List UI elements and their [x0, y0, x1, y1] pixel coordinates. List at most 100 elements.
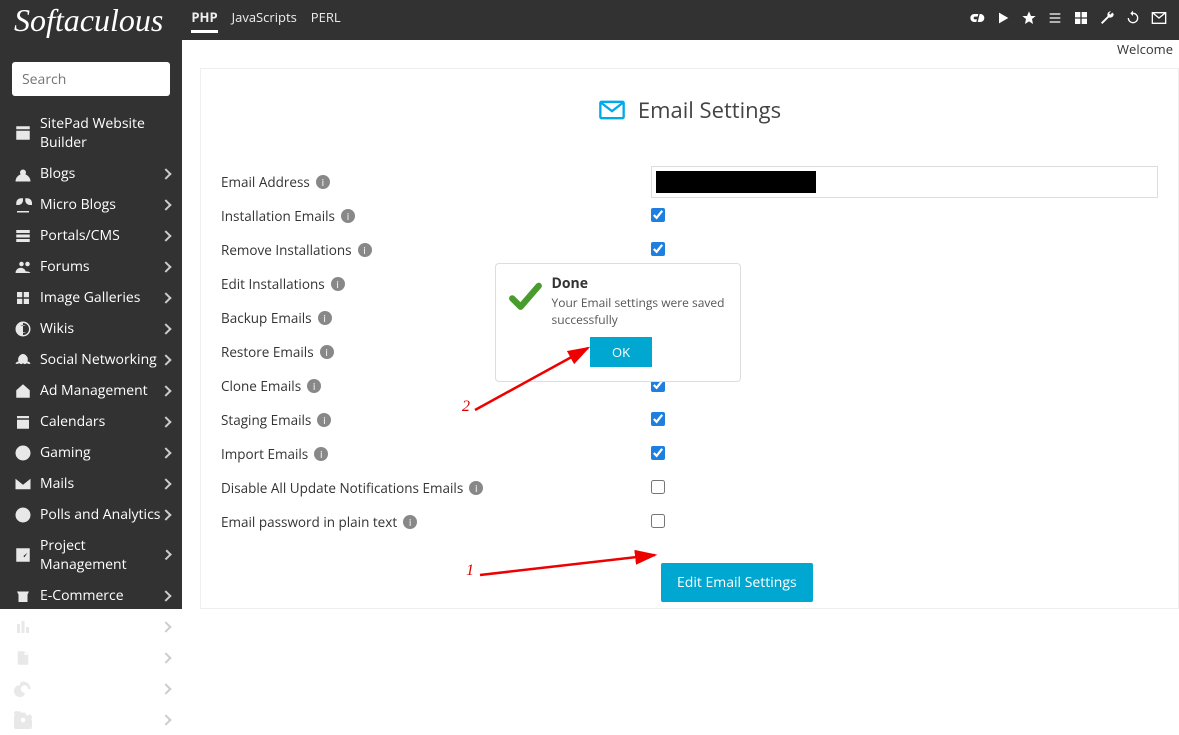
category-icon — [14, 618, 32, 636]
star-icon[interactable] — [1021, 9, 1037, 31]
cpanel-icon[interactable] — [969, 9, 985, 31]
chevron-right-icon — [160, 652, 171, 663]
sidebar-item-mails[interactable]: Mails — [0, 468, 182, 499]
info-icon[interactable]: i — [358, 243, 372, 257]
sidebar-item-label: Mails — [40, 474, 74, 493]
setting-row: Email password in plain texti — [221, 505, 1158, 539]
setting-checkbox[interactable] — [651, 242, 665, 256]
category-icon — [14, 444, 32, 462]
search-input[interactable] — [22, 70, 199, 89]
info-icon[interactable]: i — [469, 481, 483, 495]
info-icon[interactable]: i — [307, 379, 321, 393]
category-icon — [14, 546, 32, 564]
search-box[interactable] — [12, 62, 170, 96]
checkmark-icon — [508, 274, 542, 320]
sidebar-item-forums[interactable]: Forums — [0, 251, 182, 282]
sidebar: SitePad Website BuilderBlogs Micro Blogs P… — [0, 40, 182, 609]
sidebar-item-guest-books[interactable]: Guest Books — [0, 642, 182, 673]
welcome-text: Welcome — [1117, 40, 1173, 58]
chevron-right-icon — [160, 230, 171, 241]
chevron-right-icon — [160, 447, 171, 458]
sidebar-item-gaming[interactable]: Gaming — [0, 437, 182, 468]
sidebar-item-label: Social Networking — [40, 350, 157, 369]
sidebar-item-label: Customer Support — [40, 679, 160, 698]
sidebar-item-customer-support[interactable]: Customer Support — [0, 673, 182, 704]
page-heading: Email Settings — [201, 95, 1178, 125]
setting-checkbox[interactable] — [651, 412, 665, 426]
sidebar-item-label: Image Galleries — [40, 288, 140, 307]
setting-field — [651, 443, 1158, 465]
sidebar-item-social-networking[interactable]: Social Networking — [0, 344, 182, 375]
sidebar-item-micro-blogs[interactable]: Micro Blogs — [0, 189, 182, 220]
setting-field — [651, 409, 1158, 431]
sidebar-item-wikis[interactable]: Wikis — [0, 313, 182, 344]
setting-row: Disable All Update Notifications Emailsi — [221, 471, 1158, 505]
info-icon[interactable]: i — [314, 447, 328, 461]
sidebar-item-sitepad-website-builder[interactable]: SitePad Website Builder — [0, 108, 182, 158]
dialog-title: Done — [552, 274, 728, 293]
sync-icon[interactable] — [1125, 9, 1141, 31]
chevron-right-icon — [160, 261, 171, 272]
setting-label: Email Addressi — [221, 173, 651, 191]
tab-php[interactable]: PHP — [191, 8, 217, 33]
chevron-right-icon — [160, 354, 171, 365]
chevron-right-icon — [160, 621, 171, 632]
dialog-ok-button[interactable]: OK — [590, 337, 652, 367]
info-icon[interactable]: i — [403, 515, 417, 529]
sidebar-item-portals-cms[interactable]: Portals/CMS — [0, 220, 182, 251]
sidebar-item-label: Wikis — [40, 319, 74, 338]
sidebar-item-label: Portals/CMS — [40, 226, 120, 245]
category-icon — [14, 227, 32, 245]
setting-checkbox[interactable] — [651, 446, 665, 460]
info-icon[interactable]: i — [316, 175, 330, 189]
category-icon — [14, 165, 32, 183]
setting-checkbox[interactable] — [651, 514, 665, 528]
sidebar-item-label: Guest Books — [40, 648, 122, 667]
email-address-input[interactable] — [651, 166, 1158, 198]
chevron-right-icon — [160, 714, 171, 725]
play-icon[interactable] — [995, 9, 1011, 31]
chevron-right-icon — [160, 385, 171, 396]
sidebar-item-erp[interactable]: ERP — [0, 611, 182, 642]
sidebar-item-calendars[interactable]: Calendars — [0, 406, 182, 437]
sidebar-item-ad-management[interactable]: Ad Management — [0, 375, 182, 406]
success-dialog: Done Your Email settings were saved succ… — [495, 263, 741, 382]
tab-javascripts[interactable]: JavaScripts — [232, 8, 297, 33]
setting-field — [651, 511, 1158, 533]
info-icon[interactable]: i — [320, 345, 334, 359]
sidebar-item-label: Project Management — [40, 536, 163, 574]
envelope-icon — [598, 96, 626, 124]
info-icon[interactable]: i — [341, 209, 355, 223]
annotation-number-2: 2 — [462, 398, 470, 416]
sidebar-item-project-management[interactable]: Project Management — [0, 530, 182, 580]
sidebar-item-blogs[interactable]: Blogs — [0, 158, 182, 189]
grid-icon[interactable] — [1073, 9, 1089, 31]
mail-icon[interactable] — [1151, 9, 1167, 31]
category-icon — [14, 289, 32, 307]
sidebar-item-image-galleries[interactable]: Image Galleries — [0, 282, 182, 313]
info-icon[interactable]: i — [318, 311, 332, 325]
setting-label: Disable All Update Notifications Emailsi — [221, 479, 651, 497]
setting-row: Staging Emailsi — [221, 403, 1158, 437]
setting-checkbox[interactable] — [651, 208, 665, 222]
wrench-icon[interactable] — [1099, 9, 1115, 31]
setting-checkbox[interactable] — [651, 480, 665, 494]
sidebar-item-e-commerce[interactable]: E-Commerce — [0, 580, 182, 611]
sidebar-item-polls-and-analytics[interactable]: Polls and Analytics — [0, 499, 182, 530]
sidebar-item-frameworks[interactable]: Frameworks — [0, 704, 182, 735]
category-icon — [14, 506, 32, 524]
setting-row: Email Addressi — [221, 165, 1158, 199]
sidebar-item-label: Micro Blogs — [40, 195, 116, 214]
info-icon[interactable]: i — [331, 277, 345, 291]
tab-perl[interactable]: PERL — [311, 8, 341, 33]
list-icon[interactable] — [1047, 9, 1063, 31]
page-title: Email Settings — [638, 95, 781, 125]
sidebar-item-label: E-Commerce — [40, 586, 124, 605]
sidebar-item-label: Forums — [40, 257, 90, 276]
chevron-right-icon — [160, 292, 171, 303]
setting-field — [651, 239, 1158, 261]
info-icon[interactable]: i — [317, 413, 331, 427]
edit-email-settings-button[interactable]: Edit Email Settings — [661, 563, 813, 602]
chevron-right-icon — [160, 478, 171, 489]
category-icon — [14, 711, 32, 729]
